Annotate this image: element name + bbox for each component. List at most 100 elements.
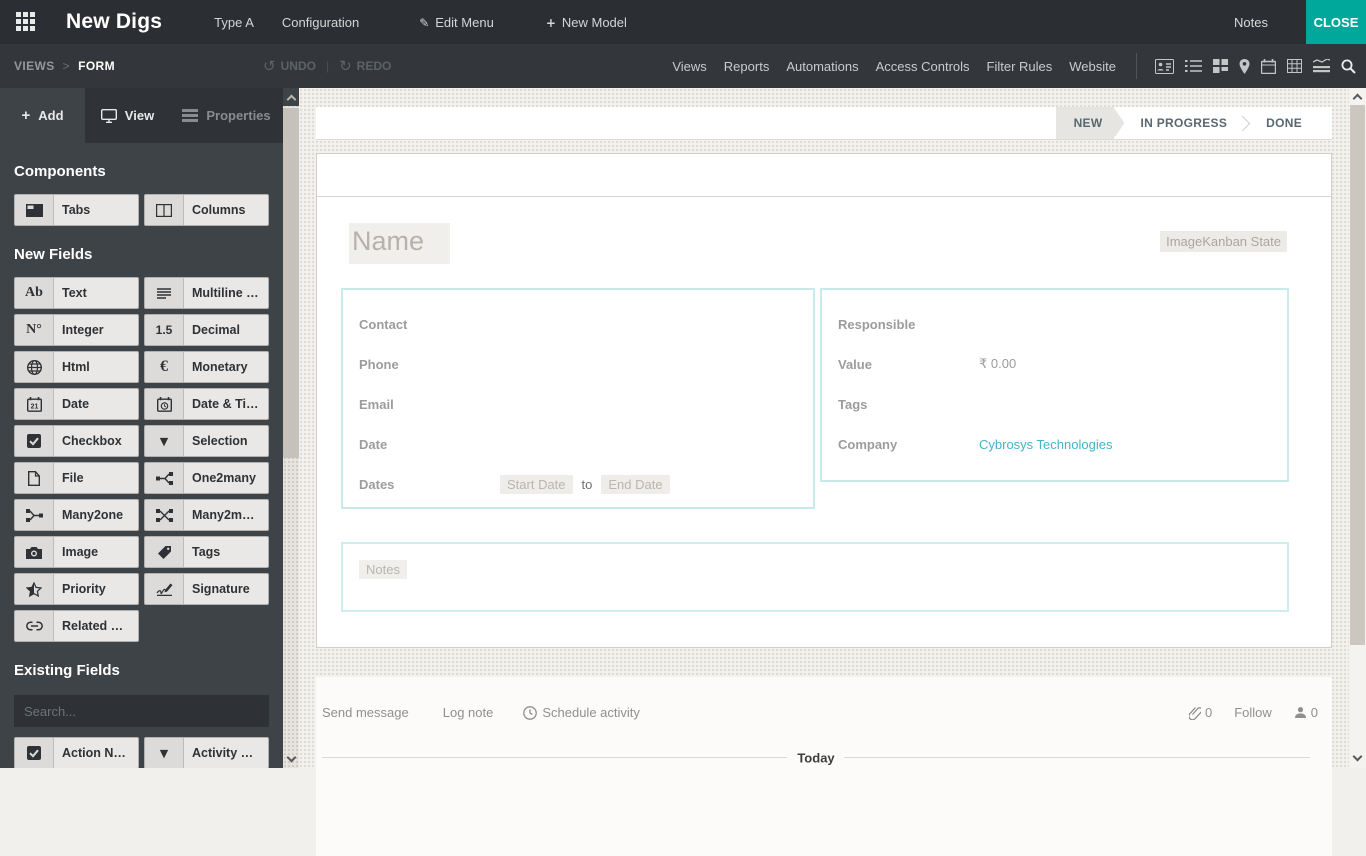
status-step-in-progress[interactable]: IN PROGRESS: [1124, 107, 1243, 139]
dropdown-triangle-icon: ▼: [145, 426, 184, 456]
new-model-button[interactable]: + New Model: [546, 15, 627, 30]
menu-item-type-a[interactable]: Type A: [214, 15, 254, 30]
field-button-integer[interactable]: N° Integer: [14, 314, 139, 346]
field-button-one2many[interactable]: One2many: [144, 462, 269, 494]
calendar-view-icon[interactable]: [1261, 58, 1276, 74]
value-input[interactable]: ₹ 0.00: [979, 356, 1016, 372]
left-field-group[interactable]: Contact Phone Email Date Dates Start Dat…: [341, 288, 815, 509]
studio-toolbar: VIEWS > FORM ↺ UNDO | ↻ REDO Views Repor…: [0, 44, 1366, 88]
attachments-button[interactable]: 0: [1188, 705, 1212, 720]
notes-field-group[interactable]: Notes: [341, 542, 1289, 612]
studio-menu-access-controls[interactable]: Access Controls: [876, 59, 970, 74]
field-row-phone[interactable]: Phone: [359, 344, 797, 384]
field-button-related-field[interactable]: Related Field: [14, 610, 139, 642]
studio-menu-website[interactable]: Website: [1069, 59, 1116, 74]
tab-view[interactable]: View: [85, 88, 170, 143]
breadcrumb: VIEWS > FORM: [14, 59, 115, 73]
studio-menu-reports[interactable]: Reports: [724, 59, 770, 74]
graph-view-icon[interactable]: [1313, 59, 1330, 73]
properties-icon: [182, 109, 199, 122]
camera-icon: [15, 537, 54, 567]
field-row-tags[interactable]: Tags: [838, 384, 1271, 424]
field-row-email[interactable]: Email: [359, 384, 797, 424]
notes-menu-item[interactable]: Notes: [1234, 15, 1268, 30]
form-view-icon[interactable]: [1155, 58, 1174, 74]
breadcrumb-views[interactable]: VIEWS: [14, 59, 55, 73]
menu-item-configuration[interactable]: Configuration: [282, 15, 359, 30]
field-button-html[interactable]: Html: [14, 351, 139, 383]
field-button-multiline-text[interactable]: Multiline Text: [144, 277, 269, 309]
schedule-activity-button[interactable]: Schedule activity: [523, 705, 640, 720]
field-button-date[interactable]: 21 Date: [14, 388, 139, 420]
image-kanban-state-widget[interactable]: ImageKanban State: [1160, 231, 1287, 252]
pencil-icon: ✎: [419, 15, 430, 30]
status-step-new[interactable]: NEW: [1056, 107, 1125, 139]
followers-button[interactable]: 0: [1294, 705, 1318, 720]
scroll-down-arrow[interactable]: [1349, 750, 1366, 766]
field-button-checkbox[interactable]: Checkbox: [14, 425, 139, 457]
right-field-group[interactable]: Responsible Value ₹ 0.00 Tags Company Cy…: [820, 288, 1289, 482]
studio-menu-views[interactable]: Views: [672, 59, 706, 74]
sidebar-scrollbar[interactable]: [283, 88, 299, 768]
field-button-selection[interactable]: ▼ Selection: [144, 425, 269, 457]
clock-icon: [523, 705, 538, 720]
notes-input[interactable]: Notes: [359, 560, 407, 579]
studio-menu-filter-rules[interactable]: Filter Rules: [987, 59, 1053, 74]
field-button-monetary[interactable]: € Monetary: [144, 351, 269, 383]
tab-properties[interactable]: Properties: [170, 88, 283, 143]
field-button-datetime[interactable]: Date & Time: [144, 388, 269, 420]
start-date-input[interactable]: Start Date: [500, 474, 573, 494]
field-button-signature[interactable]: Signature: [144, 573, 269, 605]
company-link[interactable]: Cybrosys Technologies: [979, 437, 1112, 452]
name-input[interactable]: Name: [349, 223, 451, 264]
field-row-dates[interactable]: Dates Start Date to End Date: [359, 464, 797, 504]
field-button-many2one[interactable]: Many2one: [14, 499, 139, 531]
scrollbar-thumb[interactable]: [1350, 105, 1365, 645]
scrollbar-thumb[interactable]: [283, 108, 299, 458]
field-button-tags[interactable]: Tags: [144, 536, 269, 568]
many2many-icon: [145, 500, 184, 530]
checkbox-icon: [15, 426, 54, 456]
field-button-priority[interactable]: Priority: [14, 573, 139, 605]
close-studio-button[interactable]: CLOSE: [1306, 0, 1366, 44]
scroll-up-arrow[interactable]: [283, 88, 299, 106]
apps-menu-icon[interactable]: [16, 12, 36, 32]
end-date-input[interactable]: End Date: [601, 474, 670, 494]
scroll-up-arrow[interactable]: [1349, 88, 1366, 104]
component-button-tabs[interactable]: Tabs: [14, 194, 139, 226]
field-button-many2many[interactable]: Many2many: [144, 499, 269, 531]
existing-fields-search-input[interactable]: [14, 695, 269, 727]
tab-add[interactable]: + Add: [0, 88, 85, 143]
component-button-columns[interactable]: Columns: [144, 194, 269, 226]
field-row-date[interactable]: Date: [359, 424, 797, 464]
field-button-image[interactable]: Image: [14, 536, 139, 568]
edit-menu-button[interactable]: ✎ Edit Menu: [419, 15, 494, 30]
field-row-contact[interactable]: Contact: [359, 304, 797, 344]
field-button-action-needed[interactable]: Action Needed: [14, 737, 139, 768]
studio-menu-automations[interactable]: Automations: [786, 59, 858, 74]
field-row-company[interactable]: Company Cybrosys Technologies: [838, 424, 1271, 464]
list-view-icon[interactable]: [1185, 59, 1202, 73]
kanban-view-icon[interactable]: [1213, 59, 1228, 73]
field-button-decimal[interactable]: 1.5 Decimal: [144, 314, 269, 346]
field-button-text[interactable]: Ab Text: [14, 277, 139, 309]
log-note-button[interactable]: Log note: [443, 705, 494, 720]
send-message-button[interactable]: Send message: [322, 705, 409, 720]
field-row-value[interactable]: Value ₹ 0.00: [838, 344, 1271, 384]
studio-menu: Views Reports Automations Access Control…: [672, 59, 1116, 74]
map-view-icon[interactable]: [1239, 58, 1250, 74]
pivot-view-icon[interactable]: [1287, 59, 1302, 73]
undo-button[interactable]: ↺ UNDO: [263, 57, 316, 75]
scroll-down-arrow[interactable]: [283, 750, 299, 768]
field-button-file[interactable]: File: [14, 462, 139, 494]
field-row-responsible[interactable]: Responsible: [838, 304, 1271, 344]
redo-button[interactable]: ↻ REDO: [339, 57, 391, 75]
field-button-activity-exception[interactable]: ▼ Activity Exce...: [144, 737, 269, 768]
canvas-scrollbar[interactable]: [1349, 88, 1366, 768]
status-step-done[interactable]: DONE: [1250, 107, 1318, 139]
follow-button[interactable]: Follow: [1234, 705, 1272, 720]
form-button-box: [317, 154, 1331, 197]
app-menu: Type A Configuration ✎ Edit Menu + New Mod…: [214, 15, 627, 30]
today-divider: Today: [322, 750, 1310, 766]
search-icon[interactable]: [1341, 59, 1356, 74]
